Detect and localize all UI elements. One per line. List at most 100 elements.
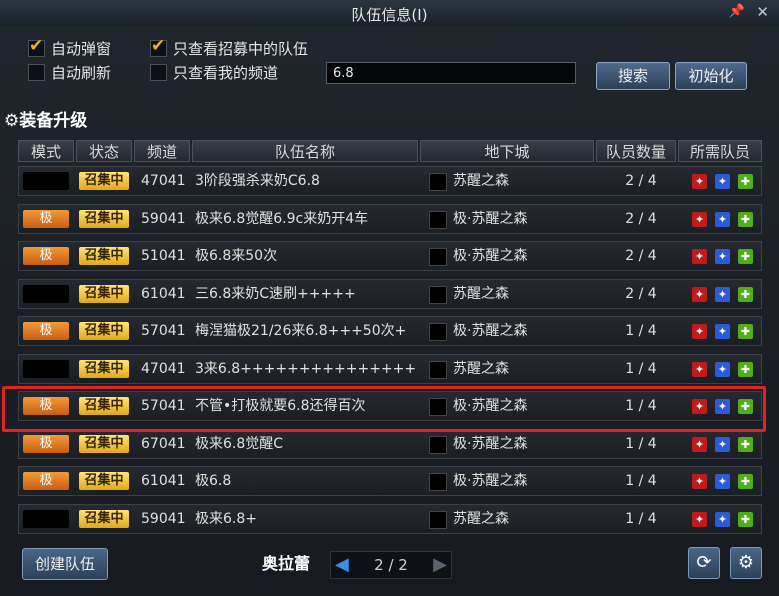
dungeon-icon	[429, 510, 447, 529]
search-button[interactable]: 搜索	[596, 62, 670, 90]
attacker-role-icon: ✦	[715, 211, 730, 227]
healer-role-icon: ✚	[738, 286, 753, 302]
attacker-role-icon: ✦	[715, 399, 730, 414]
checkbox-box[interactable]	[28, 36, 45, 57]
healer-role-icon: ✚	[738, 249, 753, 264]
members-cell: 2 / 4	[625, 173, 657, 189]
checkbox-box[interactable]	[28, 64, 45, 81]
attacker-role-icon: ✦	[715, 511, 730, 527]
table-header: 模式 状态 频道 队伍名称 地下城 队员数量 所需队员	[18, 140, 762, 164]
status-badge: 召集中	[79, 172, 129, 190]
table-row[interactable]: 极召集中 59041 极来6.8觉醒6.9c来奶开4车 极·苏醒之森 2 / 4 ✦ ✦ ✚	[18, 203, 762, 234]
dungeon-icon	[429, 435, 447, 454]
search-input[interactable]: 6.8	[326, 62, 576, 84]
table-row[interactable]: 极召集中 51041 极6.8来50次 极·苏醒之森 2 / 4 ✦ ✦ ✚	[18, 241, 762, 271]
status-badge: 召集中	[79, 359, 129, 378]
attacker-role-icon: ✦	[715, 361, 730, 377]
table-row[interactable]: 召集中 47041 3来6.8+++++++++++++++ 苏醒之森 1 / 4 ✦ ✦ ✚	[18, 353, 762, 384]
dungeon-cell: 极·苏醒之森	[453, 398, 528, 414]
checkbox-box[interactable]	[150, 36, 167, 57]
status-badge: 召集中	[79, 509, 129, 528]
dungeon-cell: 极·苏醒之森	[453, 435, 528, 452]
pin-icon[interactable]: 📌	[729, 4, 745, 19]
table-row[interactable]: 召集中 47041 3阶段强杀来奶C6.8 苏醒之森 2 / 4 ✦ ✦ ✚	[18, 166, 762, 196]
auto-popup-label: 自动弹窗	[51, 40, 112, 58]
dps-role-icon: ✦	[692, 436, 707, 452]
col-members: 队员数量	[596, 140, 676, 162]
healer-role-icon: ✚	[738, 511, 753, 527]
checkbox-box[interactable]	[150, 64, 167, 81]
attacker-role-icon: ✦	[715, 286, 730, 302]
status-badge: 召集中	[79, 209, 129, 228]
title-bar: 队伍信息(I) 📌 ✕	[0, 0, 779, 27]
mode-badge	[23, 509, 69, 528]
members-cell: 1 / 4	[625, 323, 657, 339]
dps-role-icon: ✦	[692, 286, 707, 302]
auto-popup-checkbox[interactable]: 自动弹窗	[28, 36, 112, 59]
dungeon-cell: 苏醒之森	[453, 173, 509, 189]
mode-badge: 极	[23, 209, 69, 228]
team-name-cell: 极来6.8+	[195, 510, 257, 527]
recruiting-only-label: 只查看招募中的队伍	[173, 40, 309, 58]
dungeon-icon	[429, 248, 447, 266]
refresh-icon: ⟳	[696, 552, 712, 573]
town-name: 奥拉蕾	[262, 554, 311, 573]
channel-cell: 61041	[141, 473, 186, 489]
my-channel-only-label: 只查看我的频道	[173, 64, 279, 82]
mode-badge: 极	[23, 397, 69, 415]
reset-button[interactable]: 初始化	[675, 62, 747, 90]
gear-icon: ⚙	[737, 552, 755, 573]
team-name-cell: 梅涅猫极21/26来6.8+++50次+	[195, 323, 407, 339]
recruiting-only-checkbox[interactable]: 只查看招募中的队伍	[150, 36, 309, 59]
status-badge: 召集中	[79, 247, 129, 265]
window-title: 队伍信息(I)	[351, 6, 428, 24]
mode-badge	[23, 284, 69, 303]
team-name-cell: 不管•打极就要6.8还得百次	[195, 398, 366, 414]
team-name-cell: 三6.8来奶C速刷+++++	[195, 285, 356, 302]
dps-role-icon: ✦	[692, 361, 707, 377]
table-row[interactable]: 极召集中 57041 不管•打极就要6.8还得百次 极·苏醒之森 1 / 4 ✦ ✦ ✚	[18, 391, 762, 421]
col-status: 状态	[76, 140, 132, 162]
mode-badge	[23, 359, 69, 378]
team-name-cell: 极来6.8觉醒C	[195, 435, 284, 452]
refresh-button[interactable]: ⟳	[688, 547, 720, 579]
table-row[interactable]: 极召集中 57041 梅涅猫极21/26来6.8+++50次+ 极·苏醒之森 1 / 4…	[18, 316, 762, 346]
table-row[interactable]: 召集中 59041 极来6.8+ 苏醒之森 1 / 4 ✦ ✦ ✚	[18, 503, 762, 534]
team-name-cell: 极6.8	[195, 473, 232, 489]
members-cell: 2 / 4	[625, 285, 657, 302]
healer-role-icon: ✚	[738, 211, 753, 227]
healer-role-icon: ✚	[738, 474, 753, 489]
dungeon-cell: 极·苏醒之森	[453, 210, 528, 227]
dps-role-icon: ✦	[692, 474, 707, 489]
dps-role-icon: ✦	[692, 324, 707, 339]
dungeon-icon	[429, 173, 447, 191]
dungeon-cell: 极·苏醒之森	[453, 248, 528, 264]
dungeon-cell: 苏醒之森	[453, 360, 509, 377]
auto-refresh-label: 自动刷新	[51, 64, 112, 82]
channel-cell: 61041	[141, 285, 186, 302]
table-row[interactable]: 极召集中 67041 极来6.8觉醒C 极·苏醒之森 1 / 4 ✦ ✦ ✚	[18, 428, 762, 459]
my-channel-only-checkbox[interactable]: 只查看我的频道	[150, 62, 278, 83]
team-name-cell: 3阶段强杀来奶C6.8	[195, 173, 320, 189]
healer-role-icon: ✚	[738, 174, 753, 189]
next-page-icon[interactable]: ▶	[433, 554, 447, 575]
channel-cell: 57041	[141, 323, 186, 339]
attacker-role-icon: ✦	[715, 249, 730, 264]
dps-role-icon: ✦	[692, 399, 707, 414]
team-name-cell: 极来6.8觉醒6.9c来奶开4车	[195, 210, 369, 227]
mode-badge	[23, 172, 69, 190]
table-row[interactable]: 召集中 61041 三6.8来奶C速刷+++++ 苏醒之森 2 / 4 ✦ ✦ ✚	[18, 278, 762, 309]
attacker-role-icon: ✦	[715, 174, 730, 189]
create-team-button[interactable]: 创建队伍	[22, 548, 108, 580]
table-row[interactable]: 极召集中 61041 极6.8 极·苏醒之森 1 / 4 ✦ ✦ ✚	[18, 466, 762, 496]
channel-cell: 59041	[141, 210, 186, 227]
dungeon-cell: 苏醒之森	[453, 285, 509, 302]
col-needed: 所需队员	[678, 140, 762, 162]
auto-refresh-checkbox[interactable]: 自动刷新	[28, 62, 111, 83]
dps-role-icon: ✦	[692, 511, 707, 527]
close-icon[interactable]: ✕	[756, 3, 769, 21]
settings-button[interactable]: ⚙	[730, 547, 762, 579]
status-badge: 召集中	[79, 472, 129, 490]
col-dungeon: 地下城	[420, 140, 594, 162]
team-name-cell: 极6.8来50次	[195, 248, 278, 264]
